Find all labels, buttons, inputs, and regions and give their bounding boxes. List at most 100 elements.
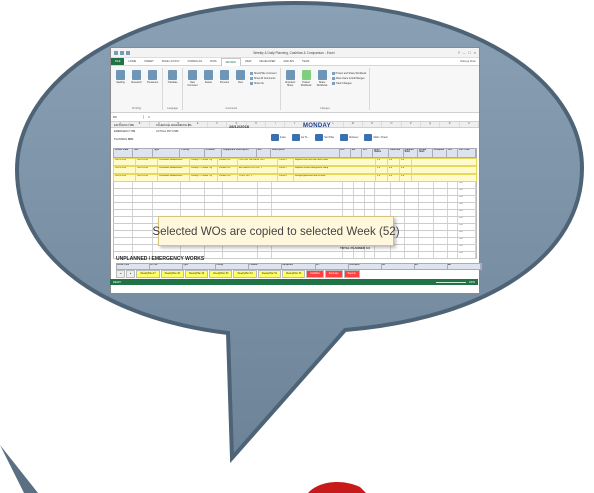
table-cell[interactable]	[133, 210, 153, 216]
table-cell[interactable]	[448, 217, 459, 223]
next-comment-button[interactable]: Next	[234, 70, 247, 84]
table-cell[interactable]: 28/12/2018	[136, 167, 158, 173]
all-every-button[interactable]: All Every	[340, 134, 358, 141]
table-cell[interactable]	[419, 252, 434, 258]
table-cell[interactable]: 2.0	[376, 159, 388, 165]
table-cell[interactable]: Priority 2 - Please Try	[190, 159, 218, 165]
table-cell[interactable]	[391, 252, 406, 258]
table-cell[interactable]	[114, 203, 134, 209]
table-cell[interactable]: Preventive Maintenance	[158, 167, 190, 173]
table-cell[interactable]	[434, 245, 448, 251]
tab-team[interactable]: TEAM	[298, 58, 313, 65]
table-row[interactable]: 0.0	[113, 189, 477, 196]
table-cell[interactable]	[434, 217, 448, 223]
table-cell[interactable]	[405, 238, 420, 244]
column-header[interactable]: S	[460, 122, 479, 127]
table-cell[interactable]	[434, 189, 448, 195]
table-cell[interactable]	[205, 189, 223, 195]
table-cell[interactable]: 0.0	[458, 252, 477, 258]
tab-file[interactable]: FILE	[111, 58, 125, 65]
table-cell[interactable]	[354, 196, 365, 202]
table-row[interactable]: 0.0	[113, 196, 477, 203]
table-cell[interactable]	[365, 182, 376, 188]
table-cell[interactable]	[434, 203, 448, 209]
table-cell[interactable]	[114, 189, 134, 195]
table-cell[interactable]	[419, 245, 434, 251]
table-cell[interactable]	[181, 196, 206, 202]
table-cell[interactable]	[133, 231, 153, 237]
table-cell[interactable]: 0.0	[400, 159, 412, 165]
sheet-tab[interactable]: WeeklyPlan 52	[257, 269, 281, 278]
table-cell[interactable]	[205, 252, 223, 258]
column-header[interactable]: M	[344, 122, 363, 127]
table-cell[interactable]	[405, 217, 420, 223]
table-cell[interactable]: 28/12/2018	[114, 167, 136, 173]
close-icon[interactable]: ×	[474, 50, 476, 55]
table-cell[interactable]: PM-BLD-02	[218, 167, 238, 173]
table-cell[interactable]	[258, 252, 272, 258]
table-cell[interactable]	[391, 182, 406, 188]
table-cell[interactable]	[365, 189, 376, 195]
table-cell[interactable]	[354, 203, 365, 209]
table-cell[interactable]	[405, 203, 420, 209]
sheet-tab[interactable]: WeeklyPlan 47	[136, 269, 160, 278]
tab-data[interactable]: DATA	[206, 58, 221, 65]
table-cell[interactable]: Preventive Maintenance	[158, 175, 190, 181]
table-cell[interactable]: 0.0	[458, 189, 477, 195]
tab-add-ins[interactable]: ADD-INS	[279, 58, 298, 65]
table-cell[interactable]	[153, 196, 181, 202]
scroll-left-icon[interactable]: ◂	[116, 269, 126, 278]
table-cell[interactable]	[153, 189, 181, 195]
table-cell[interactable]: Priority 2 - Please Try	[190, 167, 218, 173]
table-cell[interactable]	[434, 252, 448, 258]
sheet-tab[interactable]: WeeklyPlan 49	[184, 269, 209, 278]
table-cell[interactable]: 28/12/2018	[114, 175, 136, 181]
table-cell[interactable]	[354, 252, 365, 258]
table-cell[interactable]	[205, 203, 223, 209]
table-cell[interactable]	[419, 189, 434, 195]
table-cell[interactable]	[258, 189, 272, 195]
table-cell[interactable]	[114, 245, 134, 251]
table-cell[interactable]	[223, 189, 258, 195]
table-cell[interactable]	[272, 203, 344, 209]
table-cell[interactable]: 0.0	[400, 167, 412, 173]
table-cell[interactable]: 0.0	[388, 167, 400, 173]
table-cell[interactable]: 0.0	[388, 159, 400, 165]
sort-plan-button[interactable]: Sort Plan	[315, 134, 334, 141]
table-cell[interactable]	[114, 217, 134, 223]
tab-home[interactable]: HOME	[124, 58, 140, 65]
table-cell[interactable]	[434, 238, 448, 244]
table-cell[interactable]	[205, 196, 223, 202]
table-cell[interactable]	[405, 182, 420, 188]
sheet-tab[interactable]: WeeklyPlan 48	[160, 269, 184, 278]
table-cell[interactable]: AIR HANDLING UNIT 2	[238, 167, 278, 173]
table-cell[interactable]: 0.0	[458, 182, 477, 188]
show-ink-toggle[interactable]: Show Ink	[250, 82, 277, 85]
table-cell[interactable]	[354, 182, 365, 188]
table-cell[interactable]: 0.0	[458, 238, 477, 244]
table-cell[interactable]	[354, 189, 365, 195]
thesaurus-button[interactable]: Thesaurus	[146, 70, 159, 84]
table-cell[interactable]	[419, 231, 434, 237]
table-row[interactable]: 0.0	[113, 182, 477, 189]
table-cell[interactable]	[405, 252, 420, 258]
table-cell[interactable]	[181, 189, 206, 195]
table-cell[interactable]	[375, 252, 392, 258]
table-cell[interactable]: Re-tight gland box and fix leaks	[294, 175, 376, 181]
goto-button[interactable]: Go To...	[291, 134, 309, 141]
show-all-comments-toggle[interactable]: Show All Comments	[250, 77, 277, 80]
table-cell[interactable]	[258, 203, 272, 209]
tab-page-layout[interactable]: PAGE LAYOUT	[158, 58, 184, 65]
table-cell[interactable]	[258, 196, 272, 202]
table-cell[interactable]	[205, 182, 223, 188]
allow-edit-ranges-link[interactable]: Allow Users to Edit Ranges	[332, 77, 367, 80]
table-cell[interactable]	[181, 182, 206, 188]
share-workbook-button[interactable]: Share Workbook	[316, 70, 329, 87]
translate-button[interactable]: Translate	[166, 70, 179, 84]
table-cell[interactable]	[434, 182, 448, 188]
table-cell[interactable]	[343, 252, 354, 258]
table-cell[interactable]	[434, 224, 448, 230]
table-cell[interactable]	[434, 210, 448, 216]
table-cell[interactable]	[448, 224, 459, 230]
table-cell[interactable]: 0.0	[458, 245, 477, 251]
